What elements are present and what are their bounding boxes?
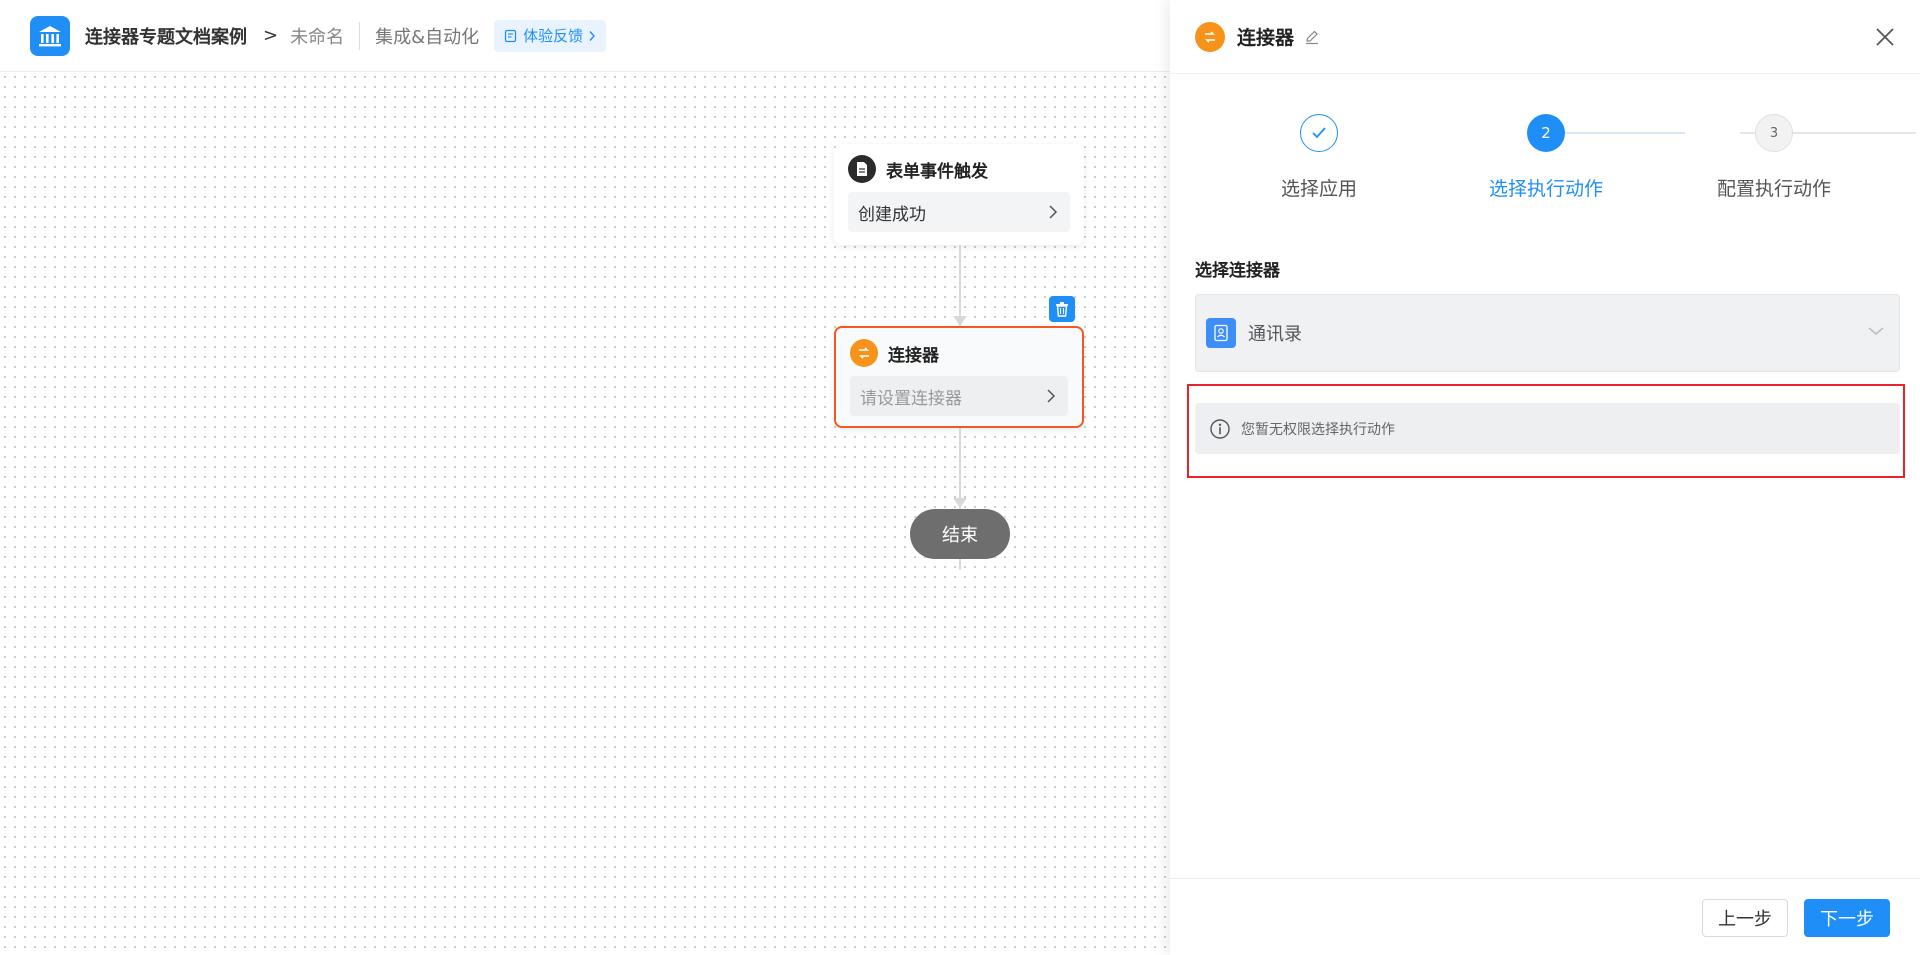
panel-footer: 上一步 下一步 [1170, 878, 1920, 955]
step-2-number: 2 [1527, 114, 1565, 152]
panel-title: 连接器 [1237, 27, 1295, 49]
connector-node-title: 连接器 [888, 345, 939, 366]
divider [359, 21, 361, 50]
step-3-number: 3 [1755, 114, 1793, 152]
connector-node-setting[interactable]: 请设置连接器 [850, 376, 1068, 416]
step-1-label: 选择应用 [1280, 178, 1357, 200]
bank-building-icon[interactable] [30, 15, 70, 56]
feedback-button[interactable]: 体验反馈 [494, 19, 607, 52]
trigger-node[interactable]: 表单事件触发 创建成功 [834, 144, 1084, 245]
panel-header: 连接器 [1170, 0, 1920, 74]
step-2-label: 选择执行动作 [1488, 178, 1603, 200]
permission-notice: 您暂无权限选择执行动作 [1195, 403, 1900, 454]
step-1-check-icon [1300, 114, 1338, 152]
trigger-node-title: 表单事件触发 [886, 161, 988, 182]
feedback-icon [504, 29, 518, 43]
flow-arrow [953, 316, 967, 326]
chevron-right-icon [588, 30, 596, 42]
connector-node[interactable]: 连接器 请设置连接器 [834, 326, 1084, 428]
section-title: 选择连接器 [1195, 261, 1280, 281]
feedback-label: 体验反馈 [523, 27, 584, 45]
trigger-node-event[interactable]: 创建成功 [848, 192, 1070, 232]
nav-integration-automation[interactable]: 集成&自动化 [375, 23, 479, 49]
connector-select[interactable]: 通讯录 [1195, 294, 1900, 372]
flow-canvas[interactable]: 表单事件触发 创建成功 连接器 请设置连接器 结束 [0, 72, 1170, 955]
trigger-node-event-label: 创建成功 [858, 204, 926, 225]
connector-icon [1195, 21, 1225, 52]
end-node[interactable]: 结束 [910, 509, 1010, 559]
trash-icon[interactable] [1049, 296, 1075, 322]
contacts-book-icon [1206, 318, 1236, 348]
permission-notice-text: 您暂无权限选择执行动作 [1241, 421, 1395, 438]
selected-connector-value: 通讯录 [1248, 324, 1302, 345]
connector-icon [850, 339, 878, 367]
connector-node-placeholder: 请设置连接器 [860, 388, 962, 409]
close-icon[interactable] [1874, 26, 1896, 48]
step-3-label: 配置执行动作 [1716, 178, 1831, 200]
flow-arrow [953, 498, 967, 508]
document-icon [848, 155, 876, 183]
breadcrumb-separator: > [263, 25, 279, 46]
chevron-down-icon [1867, 325, 1885, 337]
chevron-right-icon [1046, 388, 1056, 404]
app-name[interactable]: 连接器专题文档案例 [85, 23, 247, 49]
prev-step-button[interactable]: 上一步 [1702, 899, 1788, 937]
connector-settings-panel: 连接器 选择应用 2 选择执行动作 3 配置执行动作 选择连接器 通讯录 您暂无… [1170, 0, 1920, 955]
info-icon [1209, 418, 1231, 440]
edit-pencil-icon[interactable] [1304, 29, 1320, 45]
breadcrumb-current[interactable]: 未命名 [290, 23, 344, 49]
next-step-button[interactable]: 下一步 [1804, 899, 1890, 937]
chevron-right-icon [1048, 204, 1058, 220]
